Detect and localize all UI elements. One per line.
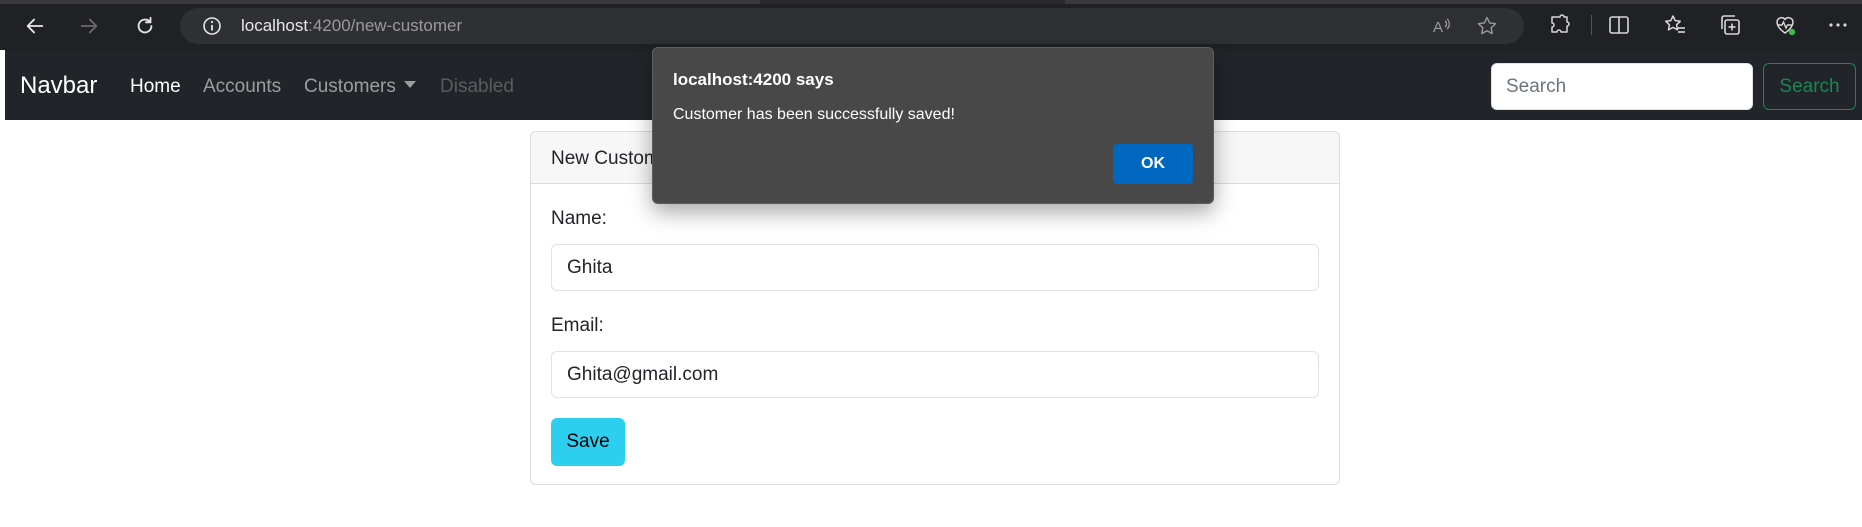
forward-arrow-icon[interactable]: [71, 9, 107, 43]
more-icon[interactable]: [1826, 13, 1850, 37]
browser-essentials-icon[interactable]: [1773, 13, 1797, 37]
favorites-icon[interactable]: [1663, 13, 1687, 37]
read-aloud-icon[interactable]: A: [1431, 15, 1453, 37]
collections-icon[interactable]: [1718, 13, 1742, 37]
browser-toolbar: localhost:4200/new-customer A: [0, 0, 1862, 50]
refresh-icon[interactable]: [127, 9, 163, 43]
navbar-search-button[interactable]: Search: [1763, 63, 1856, 110]
favorite-star-icon[interactable]: [1476, 15, 1498, 37]
navbar-brand[interactable]: Navbar: [20, 72, 97, 100]
name-label: Name:: [551, 208, 607, 229]
navbar-search-input[interactable]: [1491, 63, 1753, 110]
tab-strip-segment: [1065, 0, 1862, 4]
nav-link-home[interactable]: Home: [130, 76, 181, 98]
nav-link-accounts[interactable]: Accounts: [203, 76, 281, 98]
caret-down-icon: [403, 81, 416, 88]
dialog-title: localhost:4200 says: [673, 70, 834, 89]
split-screen-icon[interactable]: [1607, 13, 1631, 37]
address-bar[interactable]: localhost:4200/new-customer A: [180, 8, 1524, 44]
nav-link-disabled: Disabled: [440, 76, 514, 97]
save-button[interactable]: Save: [551, 418, 625, 466]
url-host: localhost: [241, 16, 309, 35]
name-field[interactable]: [551, 244, 1319, 291]
info-icon[interactable]: [202, 16, 222, 36]
tab-strip-segment: [0, 0, 760, 4]
alert-dialog: localhost:4200 says Customer has been su…: [652, 47, 1214, 204]
nav-link-customers-label: Customers: [304, 76, 396, 97]
dialog-message: Customer has been successfully saved!: [673, 106, 955, 123]
svg-text:A: A: [1433, 19, 1443, 36]
dialog-ok-button[interactable]: OK: [1113, 144, 1193, 184]
email-field[interactable]: [551, 351, 1319, 398]
extensions-icon[interactable]: [1548, 13, 1572, 37]
url-text: localhost:4200/new-customer: [241, 16, 462, 36]
tab-strip: [0, 0, 1862, 4]
email-label: Email:: [551, 315, 604, 336]
nav-link-customers-dropdown[interactable]: Customers: [304, 76, 416, 98]
toolbar-separator: [1591, 15, 1592, 35]
back-arrow-icon[interactable]: [17, 9, 53, 43]
url-path: :4200/new-customer: [308, 16, 463, 35]
